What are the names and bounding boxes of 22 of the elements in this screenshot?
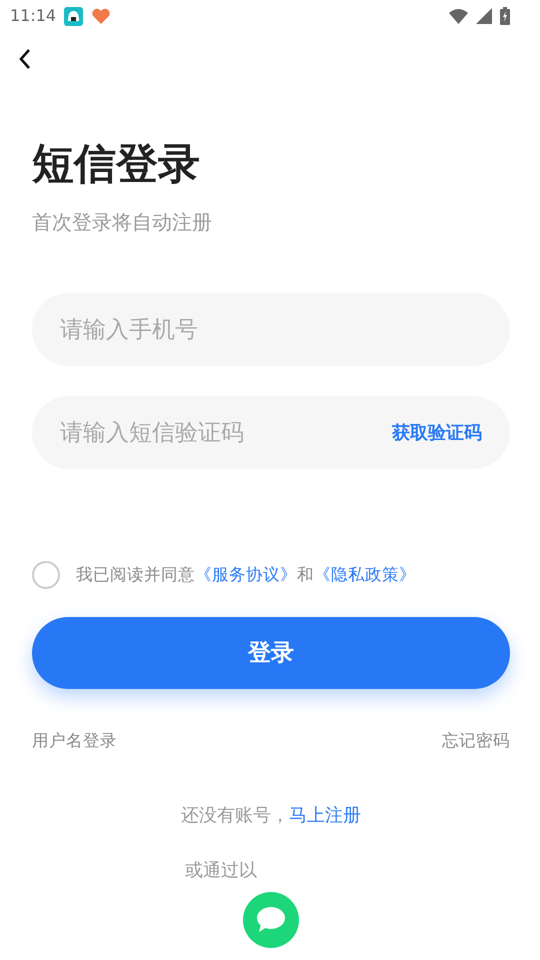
agreement-text: 我已阅读并同意《服务协议》和《隐私政策》 — [76, 564, 416, 586]
back-icon[interactable] — [18, 48, 32, 70]
privacy-policy-link[interactable]: 《隐私政策》 — [314, 564, 416, 584]
get-code-link[interactable]: 获取验证码 — [392, 419, 482, 446]
signal-icon — [476, 8, 492, 24]
subtitle: 首次登录将自动注册 — [32, 209, 213, 236]
forgot-password-link[interactable]: 忘记密码 — [442, 729, 510, 754]
battery-icon — [500, 7, 510, 25]
chat-login-icon[interactable] — [243, 892, 299, 948]
username-login-link[interactable]: 用户名登录 — [32, 729, 117, 754]
phone-input-field[interactable]: 请输入手机号 — [32, 293, 510, 366]
heart-icon — [91, 8, 112, 24]
app-notification-icon — [64, 6, 84, 26]
other-login-text: 或通过以 — [185, 860, 257, 881]
register-link[interactable]: 马上注册 — [289, 804, 361, 826]
wifi-icon — [449, 8, 468, 24]
login-button[interactable]: 登录 — [32, 617, 510, 689]
page-title: 短信登录 — [32, 138, 201, 190]
service-agreement-link[interactable]: 《服务协议》 — [195, 564, 297, 584]
agreement-checkbox[interactable] — [32, 561, 60, 589]
status-time: 11:14 — [10, 5, 56, 27]
register-prompt: 还没有账号，马上注册 — [180, 804, 362, 828]
